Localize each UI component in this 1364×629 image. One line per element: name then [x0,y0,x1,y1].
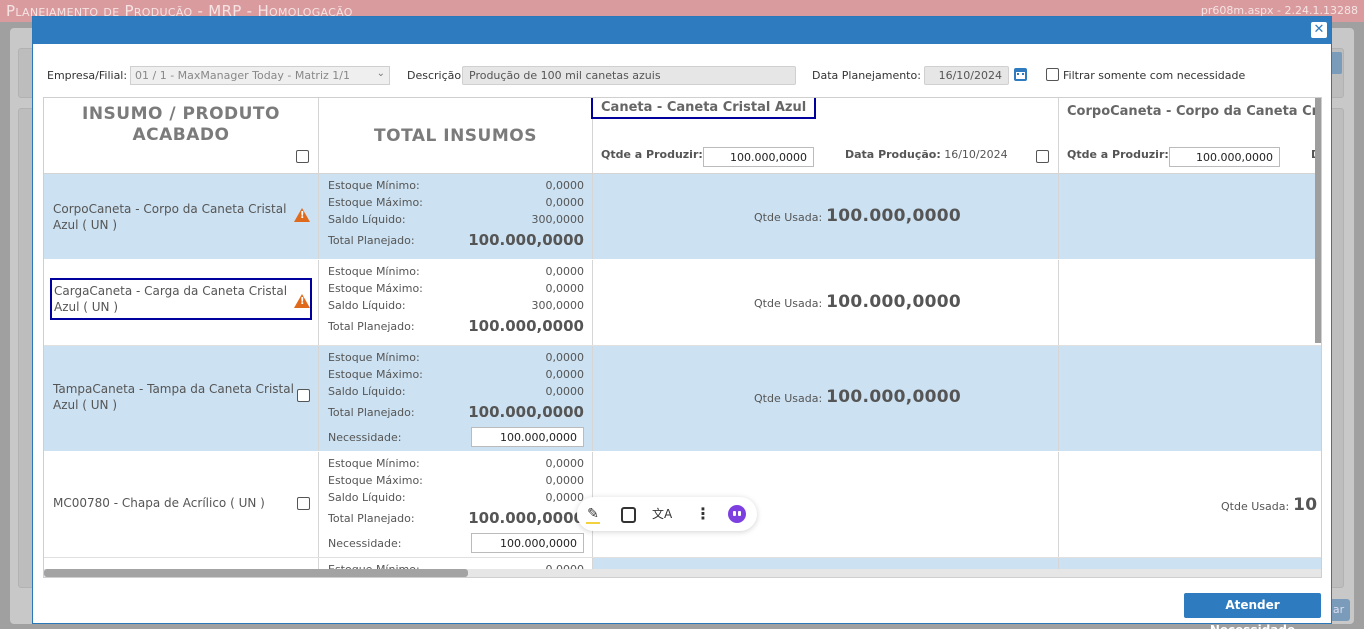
header-product-caneta: Caneta - Caneta Cristal Azul Qtde a Prod… [591,98,1059,174]
saldo-liquido: Saldo Líquido: 300,0000 [328,213,584,226]
table-row: TampaCaneta - Tampa da Caneta Cristal Az… [44,346,1321,452]
qtde-produzir-input[interactable]: 100.000,0000 [703,147,814,167]
translate-icon[interactable]: 文A [652,505,682,523]
product-title: Caneta - Caneta Cristal Azul [591,98,817,119]
estoque-maximo: Estoque Máximo: 0,0000 [328,368,584,381]
floating-toolbar: ✎ 文A ⋮ [577,497,757,531]
grid-header: INSUMO / PRODUTO ACABADO TOTAL INSUMOS C… [44,98,1322,174]
total-planejado: Total Planejado: 100.000,0000 [328,403,584,421]
estoque-minimo: Estoque Mínimo:0,0000 [328,457,584,470]
qtde-produzir-label: Qtde a Produzir: [601,148,703,161]
total-planejado: Total Planejado: 100.000,0000 [328,509,584,527]
necessidade: Necessidade: 100.000,0000 [328,533,584,553]
header-insumo-title: INSUMO / PRODUTO ACABADO [82,104,280,145]
close-button[interactable]: ✕ [1311,22,1327,38]
calendar-icon[interactable] [1014,68,1027,81]
estoque-minimo: Estoque Mínimo:0,0000 [328,351,584,364]
estoque-maximo: Estoque Máximo: 0,0000 [328,282,584,295]
horizontal-scrollbar[interactable] [44,569,1321,577]
row-checkbox[interactable] [297,389,310,402]
qtde-produzir-input[interactable]: 100.000,0000 [1169,147,1280,167]
estoque-maximo: Estoque Máximo: 0,0000 [328,474,584,487]
header-product-corpocaneta: CorpoCaneta - Corpo da Caneta Cristal Qt… [1059,98,1322,174]
filtrar-checkbox[interactable] [1046,68,1059,81]
horizontal-scrollbar-thumb[interactable] [44,569,468,577]
necessidade-input[interactable]: 100.000,0000 [471,533,584,553]
header-total: TOTAL INSUMOS [319,98,593,174]
filtrar-label: Filtrar somente com necessidade [1063,69,1246,82]
necessidade-input[interactable]: 100.000,0000 [471,427,584,447]
empresa-select[interactable]: 01 / 1 - MaxManager Today - Matriz 1/1 ⌄ [130,66,390,85]
header-insumo-checkbox[interactable] [296,150,309,163]
data-planejamento-label: Data Planejamento: [812,69,921,82]
product-title: CorpoCaneta - Corpo da Caneta Cristal [1067,104,1322,119]
data-planejamento-input[interactable]: 16/10/2024 [924,66,1009,85]
assistant-icon[interactable] [728,505,746,523]
table-row: CorpoCaneta - Corpo da Caneta Cristal Az… [44,174,1321,260]
saldo-liquido: Saldo Líquido: 300,0000 [328,299,584,312]
total-planejado: Total Planejado: 100.000,0000 [328,231,584,249]
qtde-usada: Qtde Usada: 100.000,0000 [754,206,961,226]
row-checkbox[interactable] [297,497,310,510]
more-options-icon[interactable]: ⋮ [694,505,712,523]
estoque-minimo: Estoque Mínimo:0,0000 [328,179,584,192]
empresa-select-value: 01 / 1 - MaxManager Today - Matriz 1/1 [135,69,350,82]
qtde-produzir-label: Qtde a Produzir: [1067,148,1169,161]
mrp-modal: ✕ Empresa/Filial: 01 / 1 - MaxManager To… [32,16,1332,629]
table-row: CargaCaneta - Carga da Caneta Cristal Az… [44,260,1321,346]
data-producao-label: Data Produção: 16/10/2024 [845,148,1008,161]
filters-bar: Empresa/Filial: 01 / 1 - MaxManager Toda… [47,66,1317,86]
chevron-down-icon: ⌄ [376,68,385,79]
atender-necessidade-button[interactable]: Atender Necessidade [1184,593,1321,629]
descricao-input[interactable]: Produção de 100 mil canetas azuis [462,66,796,85]
header-insumo: INSUMO / PRODUTO ACABADO [44,98,319,174]
vertical-scrollbar[interactable] [1315,98,1321,343]
total-planejado: Total Planejado: 100.000,0000 [328,317,584,335]
insumo-name: TampaCaneta - Tampa da Caneta Cristal Az… [53,382,294,412]
highlighter-icon[interactable]: ✎ [584,505,602,524]
notes-icon[interactable] [619,505,637,523]
qtde-usada: Qtde Usada: 100.000,0000 [754,292,961,312]
saldo-liquido: Saldo Líquido: 0,0000 [328,385,584,398]
product-checkbox[interactable] [1036,150,1049,163]
insumo-name: CargaCaneta - Carga da Caneta Cristal Az… [50,278,312,320]
necessidade: Necessidade: 100.000,0000 [328,427,584,447]
empresa-label: Empresa/Filial: [47,69,128,82]
warning-icon [294,294,310,308]
qtde-usada: Qtde Usada: 100.000,0000 [754,387,961,407]
estoque-maximo: Estoque Máximo: 0,0000 [328,196,584,209]
saldo-liquido: Saldo Líquido: 0,0000 [328,491,584,504]
header-total-title: TOTAL INSUMOS [374,126,537,146]
insumo-name: MC00780 - Chapa de Acrílico ( UN ) [53,496,265,510]
insumo-name: CorpoCaneta - Corpo da Caneta Cristal Az… [53,202,287,232]
modal-titlebar: ✕ [33,17,1331,44]
warning-icon [294,208,310,222]
qtde-usada: Qtde Usada: 10 [1221,495,1318,515]
estoque-minimo: Estoque Mínimo:0,0000 [328,265,584,278]
descricao-label: Descrição [407,69,462,82]
